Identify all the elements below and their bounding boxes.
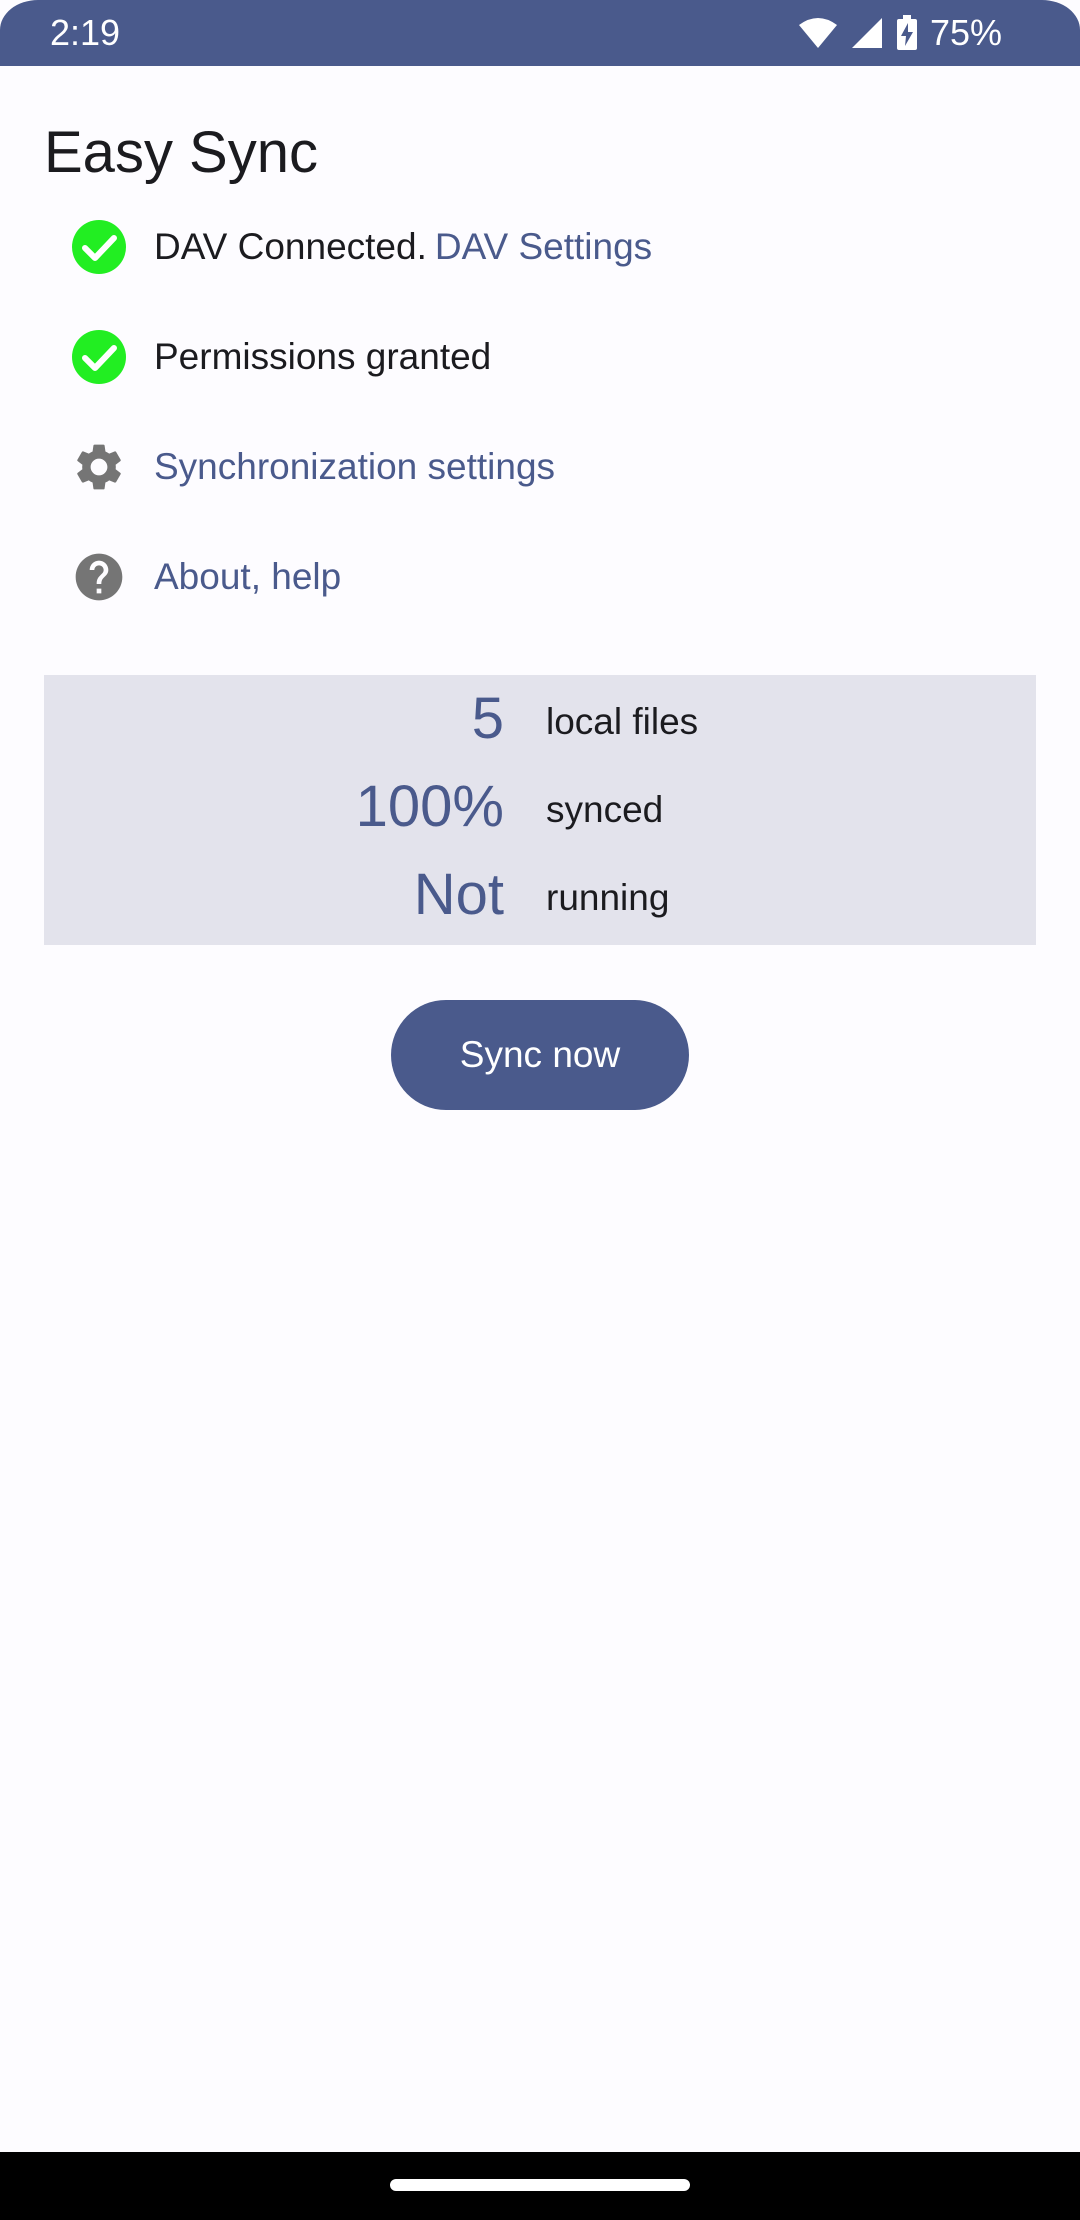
status-icons: 75% xyxy=(798,10,1002,56)
stat-value: 5 xyxy=(471,686,504,751)
dav-settings-link[interactable]: DAV Settings xyxy=(435,225,652,269)
stat-label: local files xyxy=(546,701,699,742)
check-circle-icon xyxy=(70,328,128,386)
about-help-link[interactable]: About, help xyxy=(154,555,341,599)
stat-value: Not xyxy=(413,862,504,927)
stat-label: running xyxy=(546,877,670,918)
wifi-icon xyxy=(798,17,838,49)
dav-connected-text: DAV Connected. xyxy=(154,226,427,267)
permissions-row: Permissions granted xyxy=(70,327,491,387)
navigation-bar xyxy=(0,2152,1080,2220)
sync-settings-link[interactable]: Synchronization settings xyxy=(154,445,555,489)
gear-icon xyxy=(70,438,128,496)
app-title: Easy Sync xyxy=(44,120,318,185)
stat-label: synced xyxy=(546,789,664,830)
help-circle-icon xyxy=(70,548,128,606)
battery-percent: 75% xyxy=(929,12,1002,53)
sync-now-button[interactable]: Sync now xyxy=(391,1000,689,1110)
stat-synced: 100% synced xyxy=(44,768,1036,848)
status-time: 2:19 xyxy=(50,12,121,53)
home-gesture-handle[interactable] xyxy=(390,2179,690,2191)
battery-charging-icon xyxy=(896,15,918,51)
dav-status-row: DAV Connected. DAV Settings xyxy=(70,217,652,277)
cell-signal-icon xyxy=(850,17,884,49)
stat-running: Not running xyxy=(44,856,1036,936)
about-help-row[interactable]: About, help xyxy=(70,547,341,607)
status-bar: 2:19 75% xyxy=(0,0,1080,66)
permissions-granted-text: Permissions granted xyxy=(154,336,492,377)
stat-local-files: 5 local files xyxy=(44,680,1036,760)
check-circle-icon xyxy=(70,218,128,276)
stat-value: 100% xyxy=(355,774,504,839)
sync-settings-row[interactable]: Synchronization settings xyxy=(70,437,555,497)
sync-stats-panel: 5 local files 100% synced Not running xyxy=(44,675,1036,945)
